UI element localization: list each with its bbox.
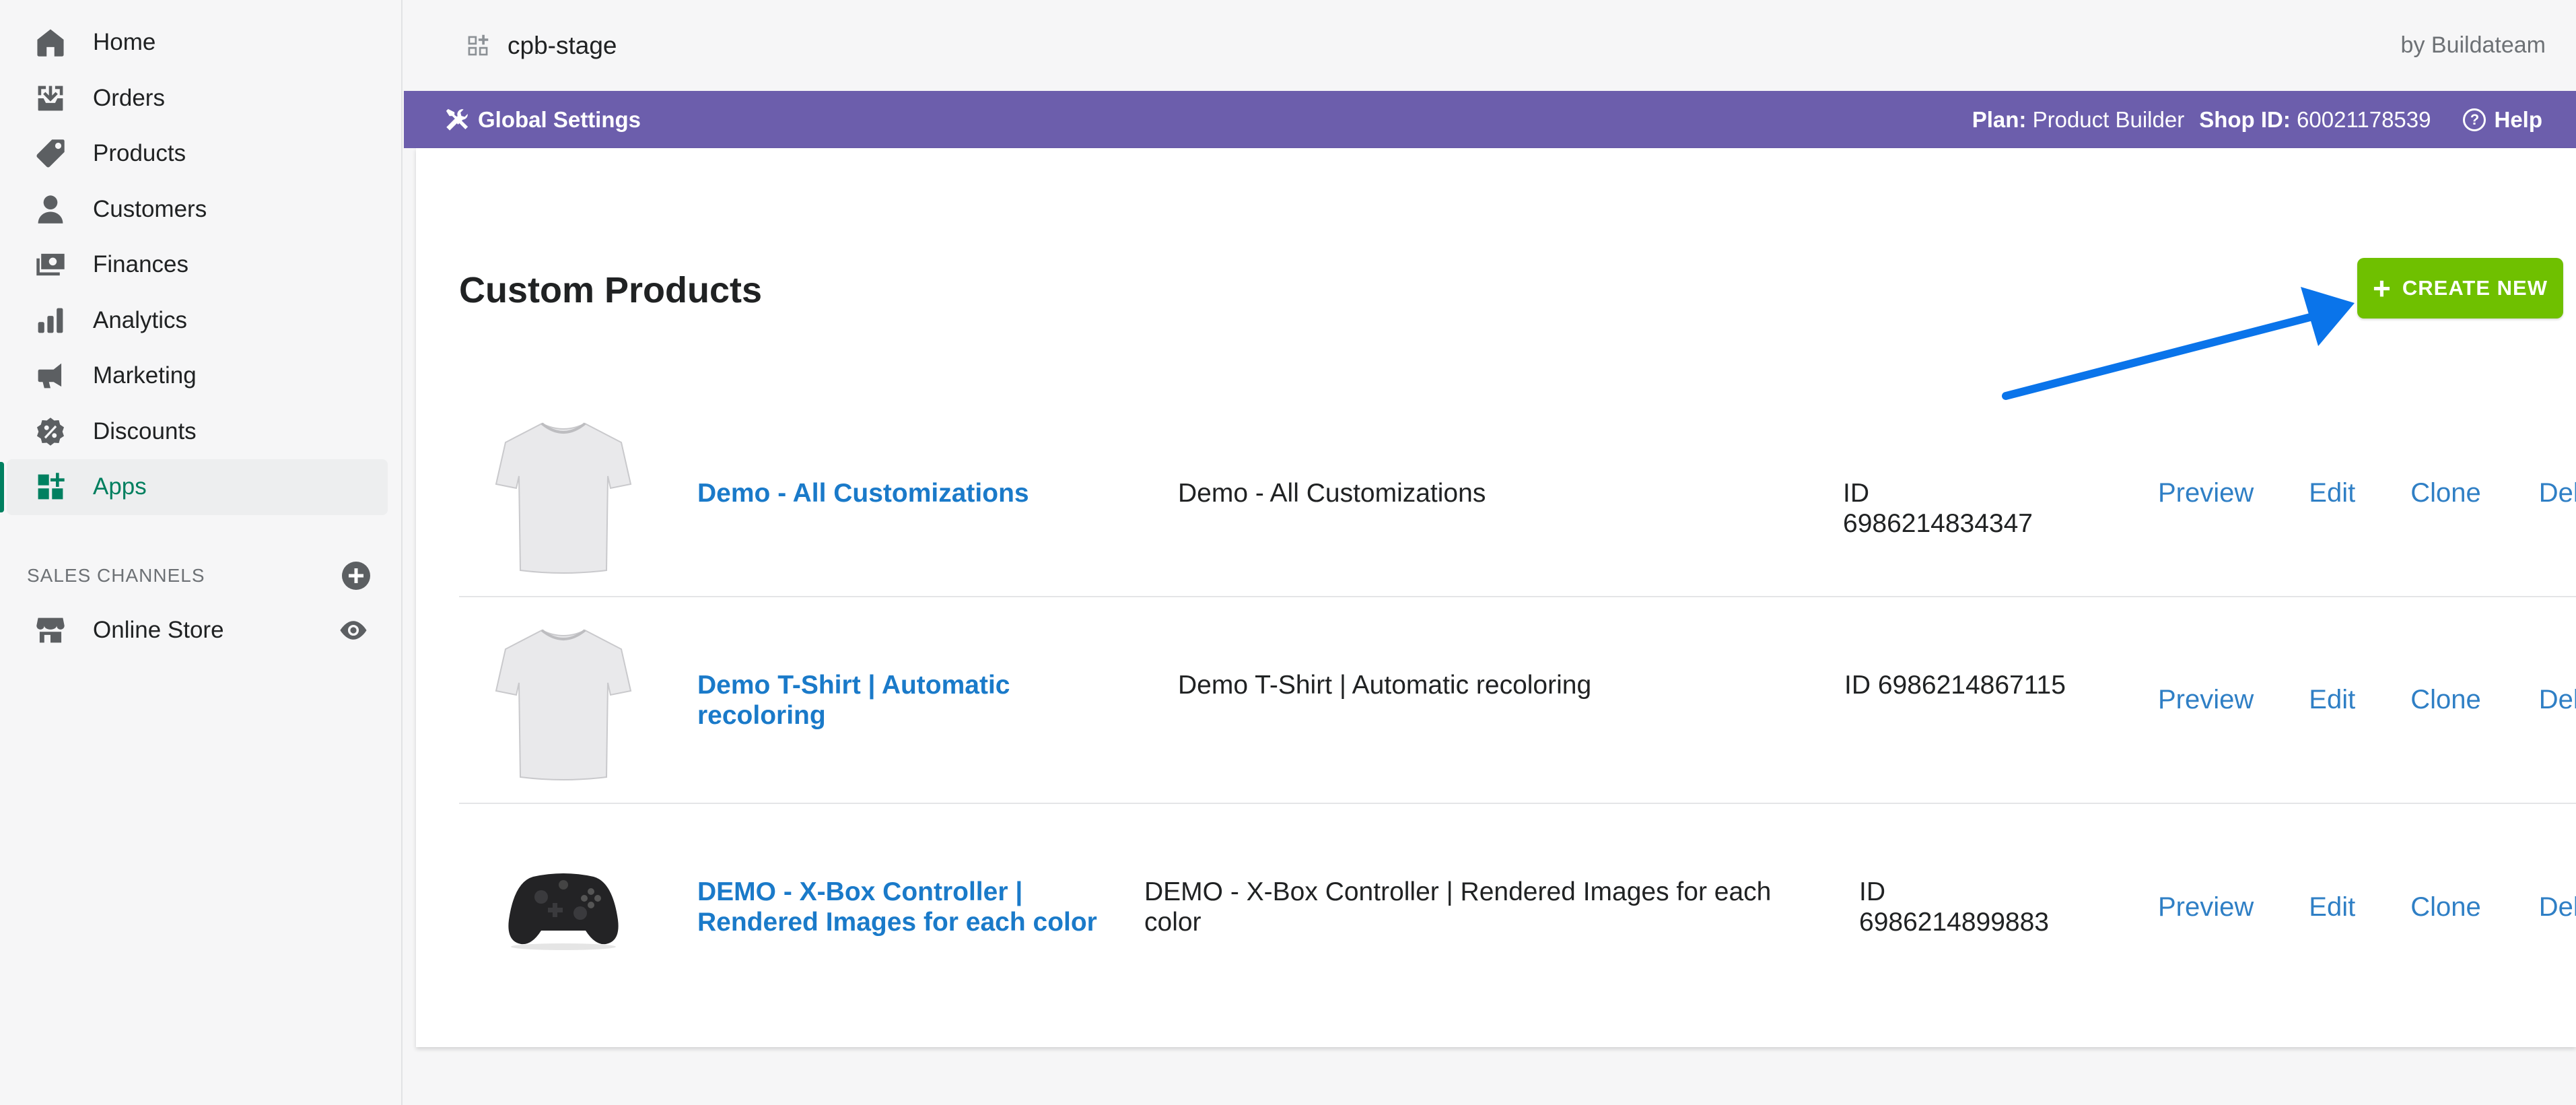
sales-channels-header: SALES CHANNELS <box>27 552 377 599</box>
home-icon <box>34 26 67 59</box>
product-id: ID 6986214834347 <box>1843 479 2033 538</box>
person-icon <box>34 193 67 226</box>
create-new-button[interactable]: + CREATE NEW <box>2357 258 2563 319</box>
sidebar-item-marketing[interactable]: Marketing <box>0 348 401 404</box>
product-id: ID 6986214899883 <box>1859 877 2049 937</box>
custom-products-card: Custom Products + CREATE NEW Demo - All … <box>416 148 2576 1047</box>
delete-link[interactable]: Delete <box>2539 685 2576 715</box>
plan-value: Product Builder <box>2032 106 2185 132</box>
product-id: ID 6986214867115 <box>1844 671 2066 700</box>
controller-icon <box>508 873 619 950</box>
product-description: Demo T-Shirt | Automatic recoloring <box>1178 671 1592 700</box>
delete-link[interactable]: Delete <box>2539 892 2576 923</box>
help-link[interactable]: ? Help <box>2463 107 2542 133</box>
product-description: Demo - All Customizations <box>1178 479 1486 508</box>
sidebar-item-label: Marketing <box>93 362 197 389</box>
help-icon: ? <box>2463 108 2486 131</box>
app-toolbar: Global Settings Plan: Product Builder Sh… <box>404 91 2576 148</box>
help-label: Help <box>2494 106 2542 132</box>
shop-id-label: Shop ID: <box>2199 106 2291 132</box>
tshirt-icon <box>495 629 632 780</box>
row-actions: Preview Edit Clone Delete <box>2158 597 2576 803</box>
row-actions: Preview Edit Clone Delete <box>2158 804 2576 1011</box>
add-sales-channel-icon[interactable] <box>342 562 370 590</box>
edit-link[interactable]: Edit <box>2309 685 2355 715</box>
sidebar-item-label: Home <box>93 29 156 56</box>
megaphone-icon <box>34 359 67 393</box>
sidebar-item-label: Orders <box>93 84 165 111</box>
sidebar-item-products[interactable]: Products <box>0 126 401 182</box>
tools-icon <box>446 108 468 131</box>
bar-chart-icon <box>34 304 67 337</box>
delete-link[interactable]: Delete <box>2539 478 2576 508</box>
store-name: cpb-stage <box>508 31 617 59</box>
row-actions: Preview Edit Clone Delete <box>2158 391 2576 596</box>
sidebar-item-analytics[interactable]: Analytics <box>0 293 401 349</box>
sales-channels-label: SALES CHANNELS <box>27 565 205 586</box>
clone-link[interactable]: Clone <box>2410 478 2481 508</box>
product-list: Demo - All Customizations Demo - All Cus… <box>459 391 2576 1011</box>
finances-icon <box>34 248 67 281</box>
table-row: DEMO - X-Box Controller | Rendered Image… <box>459 804 2576 1011</box>
sidebar-item-home[interactable]: Home <box>0 15 401 71</box>
sidebar-item-discounts[interactable]: Discounts <box>0 404 401 460</box>
edit-link[interactable]: Edit <box>2309 892 2355 923</box>
edit-link[interactable]: Edit <box>2309 478 2355 508</box>
sidebar-item-label: Products <box>93 140 186 167</box>
eye-icon[interactable] <box>338 615 369 646</box>
plus-icon: + <box>2373 271 2392 306</box>
sidebar-item-label: Customers <box>93 195 207 222</box>
sidebar-item-apps[interactable]: Apps <box>0 459 388 515</box>
sidebar-item-online-store[interactable]: Online Store <box>0 603 403 659</box>
orders-icon <box>34 81 67 115</box>
global-settings-label: Global Settings <box>478 106 641 132</box>
plan-label: Plan: <box>1972 106 2027 132</box>
product-thumbnail <box>486 624 641 780</box>
sidebar-item-finances[interactable]: Finances <box>0 237 401 293</box>
shop-id-value: 60021178539 <box>2297 106 2431 132</box>
product-name-link[interactable]: Demo - All Customizations <box>697 478 1128 508</box>
preview-link[interactable]: Preview <box>2158 685 2254 715</box>
clone-link[interactable]: Clone <box>2410 892 2481 923</box>
sidebar-item-label: Analytics <box>93 306 188 333</box>
product-name-link[interactable]: DEMO - X-Box Controller | Rendered Image… <box>697 877 1128 937</box>
table-row: Demo - All Customizations Demo - All Cus… <box>459 391 2576 597</box>
app-header: cpb-stage by Buildateam <box>404 0 2576 91</box>
clone-link[interactable]: Clone <box>2410 685 2481 715</box>
apps-icon <box>34 470 67 504</box>
discount-icon <box>34 415 67 448</box>
sidebar-item-label: Discounts <box>93 417 197 444</box>
sidebar-item-label: Apps <box>93 473 147 500</box>
product-name-link[interactable]: Demo T-Shirt | Automatic recoloring <box>697 670 1128 731</box>
sidebar-item-customers[interactable]: Customers <box>0 182 401 238</box>
preview-link[interactable]: Preview <box>2158 478 2254 508</box>
global-settings-link[interactable]: Global Settings <box>444 107 641 133</box>
table-row: Demo T-Shirt | Automatic recoloring Demo… <box>459 597 2576 804</box>
tag-icon <box>34 137 67 170</box>
sidebar-item-label: Finances <box>93 251 189 278</box>
sidebar-item-label: Online Store <box>93 617 224 644</box>
store-icon <box>34 613 67 647</box>
create-new-label: CREATE NEW <box>2402 276 2548 300</box>
app-byline: by Buildateam <box>2400 32 2546 58</box>
preview-link[interactable]: Preview <box>2158 892 2254 923</box>
product-description: DEMO - X-Box Controller | Rendered Image… <box>1144 877 1772 937</box>
product-thumbnail <box>486 417 641 574</box>
page-title: Custom Products <box>459 270 763 310</box>
product-thumbnail <box>486 831 641 986</box>
tshirt-icon <box>495 422 632 574</box>
sidebar-item-orders[interactable]: Orders <box>0 71 401 127</box>
app-grid-icon <box>466 34 490 58</box>
plan-info: Plan: Product Builder Shop ID: 600211785… <box>1972 107 2542 133</box>
sidebar: Home Orders Products Customers Finances … <box>0 0 403 1105</box>
